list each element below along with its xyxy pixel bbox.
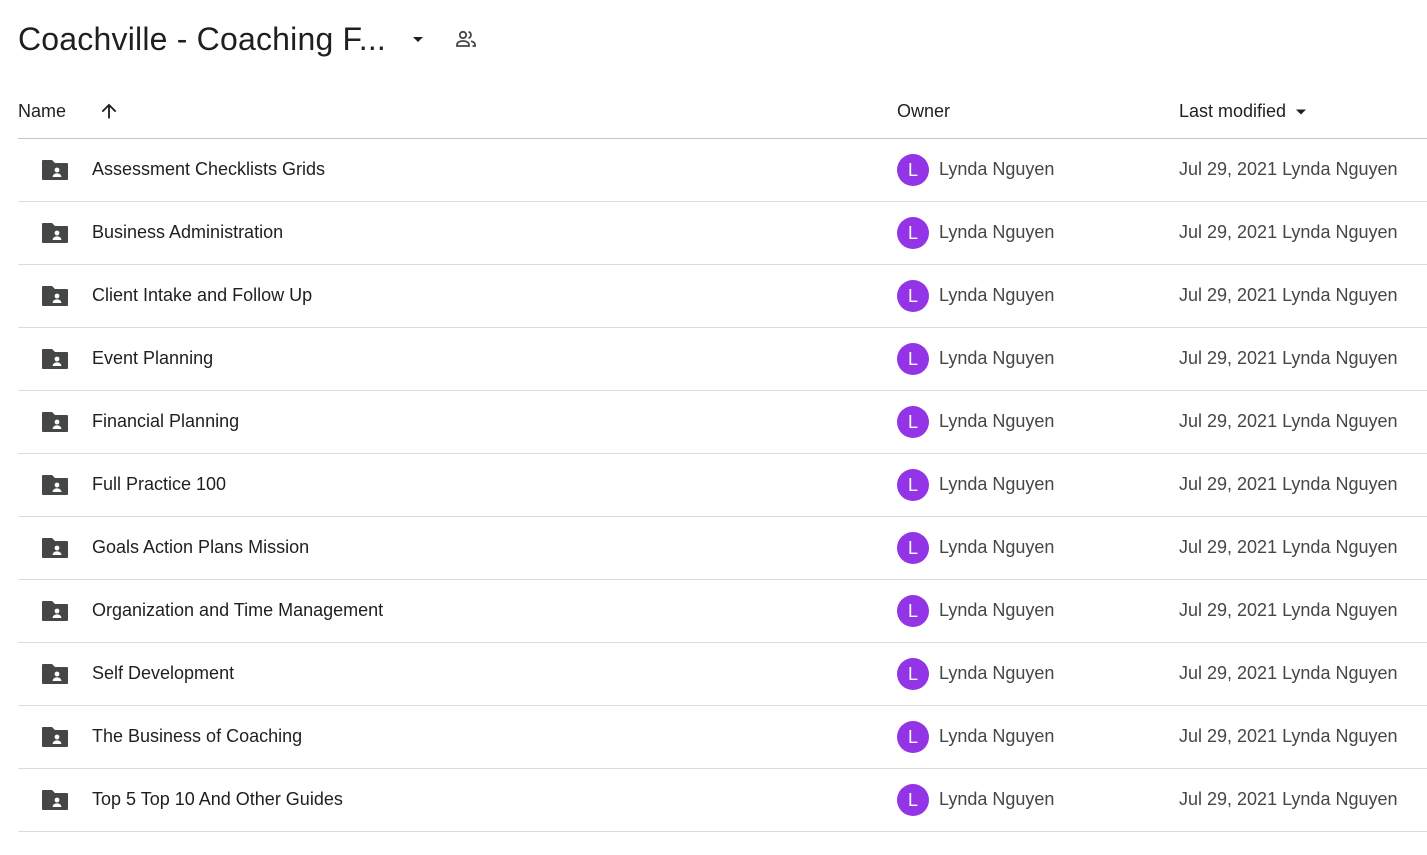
table-row[interactable]: Top 5 Top 10 And Other Guides L Lynda Nguy… [18,769,1427,832]
file-name: Self Development [92,663,235,683]
shared-folder-icon [41,158,69,182]
table-row[interactable]: Business Administration L Lynda Nguyen Jul … [18,202,1427,265]
owner-name: Lynda Nguyen [939,726,1055,746]
last-modified: Jul 29, 2021 Lynda Nguyen [1179,411,1398,431]
owner-name: Lynda Nguyen [939,159,1055,179]
avatar: L [897,343,929,375]
avatar: L [897,154,929,186]
shared-folder-icon [41,788,69,812]
last-modified: Jul 29, 2021 Lynda Nguyen [1179,474,1398,494]
shared-folder-icon [41,725,69,749]
arrow-upward-icon[interactable] [98,100,120,122]
file-name: Organization and Time Management [92,600,384,620]
folder-title[interactable]: Coachville - Coaching F... [18,21,386,58]
file-name: Client Intake and Follow Up [92,285,313,305]
file-list: Assessment Checklists Grids L Lynda Nguyen… [18,139,1427,832]
owner-name: Lynda Nguyen [939,789,1055,809]
last-modified: Jul 29, 2021 Lynda Nguyen [1179,222,1398,242]
file-name: Business Administration [92,222,284,242]
folder-header: Coachville - Coaching F... [18,12,480,66]
table-row[interactable]: Self Development L Lynda Nguyen Jul 29, 202… [18,643,1427,706]
last-modified: Jul 29, 2021 Lynda Nguyen [1179,789,1398,809]
owner-name: Lynda Nguyen [939,537,1055,557]
column-header-last-modified[interactable]: Last modified [1179,101,1308,122]
shared-folder-icon [41,536,69,560]
avatar: L [897,658,929,690]
last-modified: Jul 29, 2021 Lynda Nguyen [1179,600,1398,620]
arrow-drop-down-icon [1296,109,1307,114]
arrow-drop-down-icon[interactable] [404,25,432,53]
owner-name: Lynda Nguyen [939,600,1055,620]
table-row[interactable]: Financial Planning L Lynda Nguyen Jul 29, 2… [18,391,1427,454]
file-name: Top 5 Top 10 And Other Guides [92,789,343,809]
avatar: L [897,217,929,249]
owner-name: Lynda Nguyen [939,348,1055,368]
avatar: L [897,721,929,753]
owner-name: Lynda Nguyen [939,285,1055,305]
file-name: Financial Planning [92,411,240,431]
shared-folder-icon [41,284,69,308]
last-modified: Jul 29, 2021 Lynda Nguyen [1179,159,1398,179]
table-row[interactable]: Assessment Checklists Grids L Lynda Nguyen… [18,139,1427,202]
file-name: The Business of Coaching [92,726,303,746]
shared-folder-icon [41,599,69,623]
shared-folder-icon [41,221,69,245]
drive-folder-view: Coachville - Coaching F... Name Owner La… [0,0,1427,855]
table-row[interactable]: Client Intake and Follow Up L Lynda Nguyen… [18,265,1427,328]
shared-folder-icon [41,473,69,497]
last-modified: Jul 29, 2021 Lynda Nguyen [1179,348,1398,368]
owner-name: Lynda Nguyen [939,222,1055,242]
avatar: L [897,784,929,816]
owner-name: Lynda Nguyen [939,474,1055,494]
owner-name: Lynda Nguyen [939,411,1055,431]
column-header-name[interactable]: Name [18,101,66,122]
avatar: L [897,280,929,312]
shared-folder-icon [41,410,69,434]
file-name: Full Practice 100 [92,474,227,494]
last-modified: Jul 29, 2021 Lynda Nguyen [1179,537,1398,557]
owner-name: Lynda Nguyen [939,663,1055,683]
avatar: L [897,406,929,438]
column-header-row: Name Owner Last modified [18,90,1427,139]
last-modified: Jul 29, 2021 Lynda Nguyen [1179,285,1398,305]
table-row[interactable]: Event Planning L Lynda Nguyen Jul 29, 2021 … [18,328,1427,391]
table-row[interactable]: Goals Action Plans Mission L Lynda Nguyen J… [18,517,1427,580]
people-icon[interactable] [452,25,480,53]
avatar: L [897,595,929,627]
column-header-owner[interactable]: Owner [897,101,950,122]
shared-folder-icon [41,662,69,686]
file-name: Goals Action Plans Mission [92,537,310,557]
shared-folder-icon [41,347,69,371]
table-row[interactable]: The Business of Coaching L Lynda Nguyen Jul… [18,706,1427,769]
avatar: L [897,532,929,564]
last-modified: Jul 29, 2021 Lynda Nguyen [1179,663,1398,683]
file-name: Assessment Checklists Grids [92,159,326,179]
table-row[interactable]: Organization and Time Management L Lynda N… [18,580,1427,643]
last-modified: Jul 29, 2021 Lynda Nguyen [1179,726,1398,746]
file-name: Event Planning [92,348,214,368]
column-header-last-modified-label: Last modified [1179,101,1287,121]
table-row[interactable]: Full Practice 100 L Lynda Nguyen Jul 29, 20… [18,454,1427,517]
avatar: L [897,469,929,501]
